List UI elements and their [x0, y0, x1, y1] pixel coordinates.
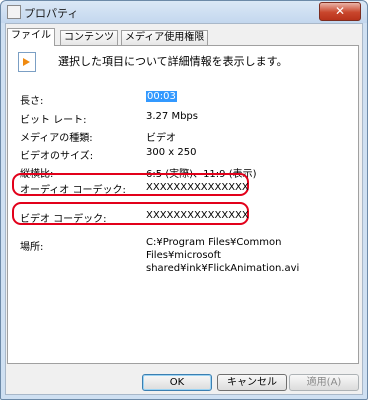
length-label: 長さ: — [20, 96, 44, 107]
video-file-icon — [18, 52, 36, 72]
cancel-button[interactable]: キャンセル — [217, 374, 287, 391]
location-label: 場所: — [20, 242, 44, 253]
close-button[interactable]: ✕ — [319, 2, 361, 21]
tab-contents[interactable]: コンテンツ — [60, 30, 118, 45]
video-codec-label: ビデオ コーデック: — [20, 214, 107, 225]
length-value[interactable]: 00:03 — [146, 91, 177, 102]
video-size-label: ビデオのサイズ: — [20, 151, 94, 162]
ok-button[interactable]: OK — [142, 374, 212, 391]
title-bar[interactable]: プロパティ ✕ — [1, 1, 367, 23]
window-icon — [7, 5, 21, 19]
video-size-value: 300 x 250 — [146, 147, 197, 158]
video-codec-value: XXXXXXXXXXXXXXX — [146, 210, 249, 221]
window-title: プロパティ — [24, 7, 79, 20]
media-type-value: ビデオ — [146, 133, 176, 144]
audio-codec-value: XXXXXXXXXXXXXXX — [146, 182, 249, 193]
audio-codec-label: オーディオ コーデック: — [20, 185, 126, 196]
bitrate-value: 3.27 Mbps — [146, 111, 198, 122]
media-type-label: メディアの種類: — [20, 133, 93, 144]
location-value: C:¥Program Files¥Common Files¥microsoft … — [146, 237, 300, 274]
apply-button[interactable]: 適用(A) — [289, 374, 359, 391]
tab-file[interactable]: ファイル — [7, 28, 55, 46]
tab-media-rights[interactable]: メディア使用権限 — [121, 30, 209, 45]
bitrate-label: ビット レート: — [20, 115, 87, 126]
description-text: 選択した項目について詳細情報を表示します。 — [58, 55, 288, 68]
length-value-text: 00:03 — [146, 91, 177, 102]
